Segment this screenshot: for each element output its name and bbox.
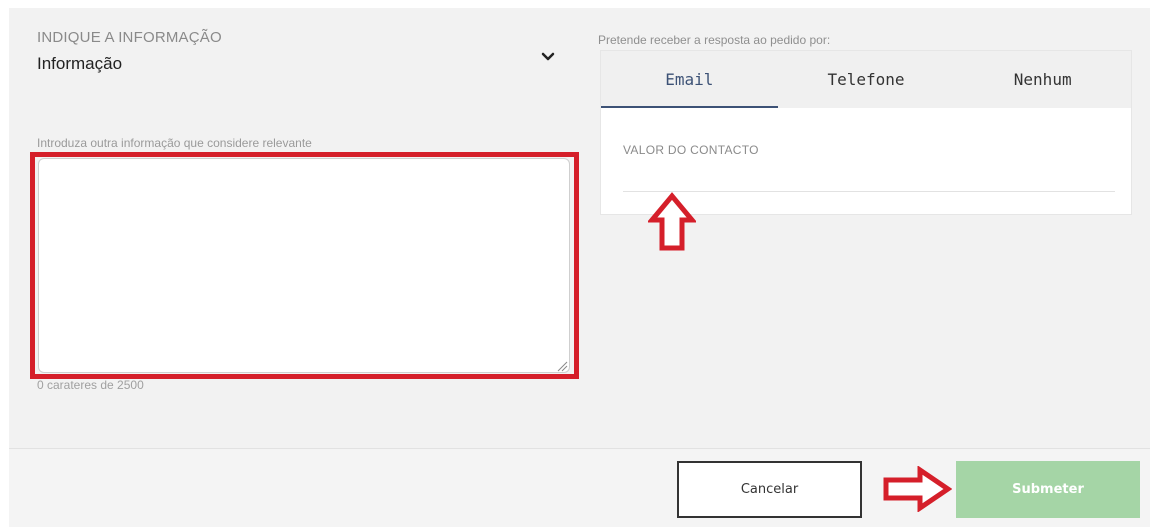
notes-label: Introduza outra informação que considere… — [37, 136, 312, 150]
char-counter: 0 carateres de 2500 — [37, 378, 144, 392]
cancel-button[interactable]: Cancelar — [677, 461, 862, 518]
chevron-down-icon[interactable] — [540, 50, 556, 64]
contact-tabs: Email Telefone Nenhum — [601, 51, 1131, 108]
tab-email[interactable]: Email — [601, 51, 778, 108]
contact-preference-label: Pretende receber a resposta ao pedido po… — [598, 33, 831, 47]
contact-card: Email Telefone Nenhum VALOR DO CONTACTO — [600, 50, 1132, 215]
info-select-label: INDIQUE A INFORMAÇÃO — [37, 29, 222, 46]
submit-button[interactable]: Submeter — [956, 461, 1140, 518]
tab-telefone[interactable]: Telefone — [778, 51, 955, 108]
info-select-value[interactable]: Informação — [37, 54, 122, 74]
tab-nenhum[interactable]: Nenhum — [954, 51, 1131, 108]
arrow-up-icon — [648, 192, 696, 251]
highlight-box — [30, 152, 579, 379]
arrow-right-icon — [883, 466, 952, 512]
contact-value-label: VALOR DO CONTACTO — [623, 143, 759, 157]
contact-value-input[interactable] — [623, 161, 1115, 192]
